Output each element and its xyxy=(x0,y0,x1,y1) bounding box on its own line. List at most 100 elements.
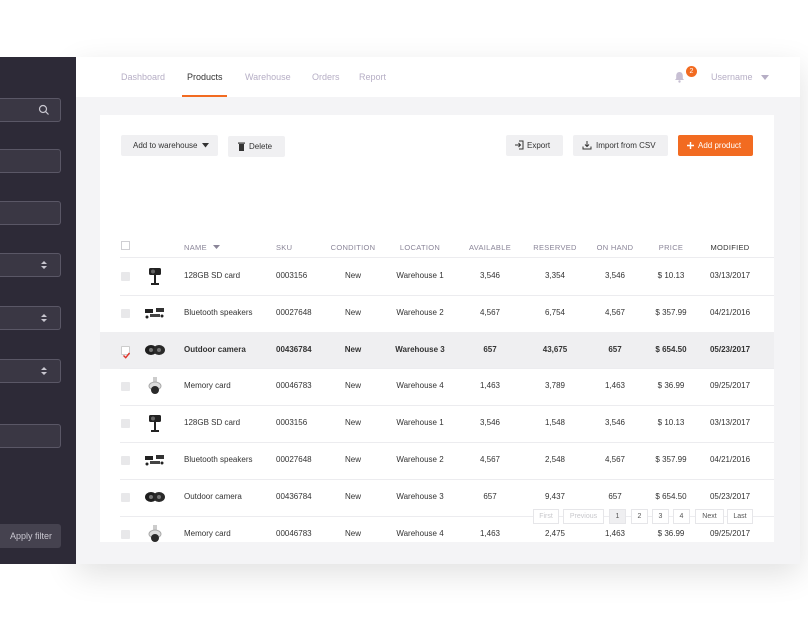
apply-filter-button[interactable]: Apply filter xyxy=(0,524,61,548)
cell-location: Warehouse 4 xyxy=(396,381,444,391)
cell-available: 4,567 xyxy=(479,455,501,464)
table-row[interactable]: 128GB SD card 0003156 New Warehouse 1 3,546 1… xyxy=(100,405,774,443)
cell-location: Warehouse 4 xyxy=(396,528,444,538)
cell-name[interactable]: 128GB SD card xyxy=(184,271,240,280)
column-header-reserved[interactable]: RESERVED xyxy=(533,243,577,252)
table-row[interactable]: 128GB SD card 0003156 New Warehouse 1 3,546 3… xyxy=(100,258,774,296)
add-to-warehouse-button[interactable]: Add to warehouse xyxy=(121,135,218,156)
cell-on-hand: 3,546 xyxy=(604,271,626,280)
pagination-page-4[interactable]: 4 xyxy=(673,509,690,524)
import-csv-button[interactable]: Import from CSV xyxy=(573,135,668,156)
cell-sku: 00436784 xyxy=(276,344,312,354)
cell-modified: 05/23/2017 xyxy=(709,491,751,501)
column-header-name[interactable]: NAME xyxy=(184,243,221,252)
delete-label: Delete xyxy=(249,142,273,151)
dome-camera-icon xyxy=(144,376,166,396)
export-label: Export xyxy=(527,141,551,150)
pagination-previous[interactable]: Previous xyxy=(563,509,604,524)
cell-price: $ 357.99 xyxy=(655,455,687,464)
table-row[interactable]: Bluetooth speakers 00027648 New Warehouse 2… xyxy=(100,295,774,333)
pagination-page-3[interactable]: 3 xyxy=(652,509,669,524)
cell-available: 657 xyxy=(483,491,497,501)
cell-sku: 0003156 xyxy=(276,271,308,280)
username-menu[interactable]: Username xyxy=(711,72,753,82)
tab-orders[interactable]: Orders xyxy=(312,72,340,82)
sidebar-search-field[interactable] xyxy=(0,98,61,122)
tab-dashboard[interactable]: Dashboard xyxy=(121,72,165,82)
sidebar-filter-field[interactable] xyxy=(0,149,61,173)
cell-price: $ 357.99 xyxy=(655,307,687,317)
row-checkbox[interactable] xyxy=(121,529,130,539)
cell-available: 1,463 xyxy=(479,528,501,538)
cell-name[interactable]: Memory card xyxy=(184,529,231,538)
bell-icon[interactable] xyxy=(674,71,685,83)
outdoor-camera-icon xyxy=(144,487,166,507)
pagination-next[interactable]: Next xyxy=(695,509,724,524)
pagination-last[interactable]: Last xyxy=(727,509,753,524)
cell-on-hand: 4,567 xyxy=(604,307,626,317)
cell-on-hand: 4,567 xyxy=(604,455,626,464)
dashcam-icon xyxy=(144,266,166,286)
select-all-checkbox[interactable] xyxy=(121,241,130,250)
caret-down-icon xyxy=(202,143,209,148)
column-header-on-hand[interactable]: ON HAND xyxy=(597,243,634,252)
sidebar-filter-select[interactable] xyxy=(0,359,61,383)
export-button[interactable]: Export xyxy=(506,135,563,156)
tab-warehouse[interactable]: Warehouse xyxy=(245,72,291,82)
add-product-button[interactable]: Add product xyxy=(678,135,753,156)
row-checkbox[interactable] xyxy=(121,308,130,318)
cell-location: Warehouse 1 xyxy=(396,271,444,280)
pagination-page-1[interactable]: 1 xyxy=(609,509,626,524)
row-checkbox[interactable] xyxy=(121,456,130,465)
top-navigation: Dashboard Products Warehouse Orders Repo… xyxy=(76,57,800,97)
cell-price: $ 654.50 xyxy=(655,344,687,354)
cell-name[interactable]: Outdoor camera xyxy=(184,492,242,501)
column-header-condition[interactable]: CONDITION xyxy=(331,243,376,252)
row-checkbox[interactable] xyxy=(121,382,130,392)
cell-name[interactable]: Memory card xyxy=(184,381,231,390)
table-row[interactable]: Bluetooth speakers 00027648 New Warehouse 2… xyxy=(100,442,774,480)
row-checkbox[interactable] xyxy=(121,492,130,502)
tab-products[interactable]: Products xyxy=(187,72,223,82)
outdoor-camera-icon xyxy=(144,340,166,360)
cell-modified: 03/13/2017 xyxy=(709,271,751,280)
cell-available: 657 xyxy=(483,344,497,354)
cell-name[interactable]: Bluetooth speakers xyxy=(184,455,253,464)
column-header-name-label: NAME xyxy=(184,243,207,252)
trash-icon xyxy=(238,142,245,151)
main-content: Dashboard Products Warehouse Orders Repo… xyxy=(76,57,800,564)
column-header-location[interactable]: LOCATION xyxy=(400,243,440,252)
row-checkbox[interactable] xyxy=(121,345,131,359)
column-header-modified[interactable]: MODIFIED xyxy=(710,243,749,252)
cell-reserved: 1,548 xyxy=(544,418,566,428)
cell-location: Warehouse 1 xyxy=(396,418,444,428)
filter-sidebar: Apply filter xyxy=(0,57,76,564)
sidebar-filter-field[interactable] xyxy=(0,424,61,448)
column-header-available[interactable]: AVAILABLE xyxy=(469,243,511,252)
row-checkbox[interactable] xyxy=(121,272,130,281)
table-row[interactable]: Outdoor camera 00436784 New Warehouse 3 657 4… xyxy=(100,331,774,370)
cell-on-hand: 1,463 xyxy=(604,381,626,391)
sidebar-filter-field[interactable] xyxy=(0,201,61,225)
column-header-price[interactable]: PRICE xyxy=(659,243,683,252)
delete-button[interactable]: Delete xyxy=(228,136,285,157)
cell-on-hand: 3,546 xyxy=(604,418,626,428)
sidebar-filter-select[interactable] xyxy=(0,306,61,330)
tab-report[interactable]: Report xyxy=(359,72,386,82)
cell-reserved: 3,789 xyxy=(544,381,566,391)
row-checkbox[interactable] xyxy=(121,419,130,429)
table-row[interactable]: Memory card 00046783 New Warehouse 4 1,463 3,… xyxy=(100,368,774,407)
pagination-page-2[interactable]: 2 xyxy=(631,509,648,524)
pagination-first[interactable]: First xyxy=(533,509,559,524)
cell-location: Warehouse 2 xyxy=(396,307,444,317)
select-arrows-icon xyxy=(41,367,47,375)
cell-name[interactable]: Outdoor camera xyxy=(184,345,246,354)
cell-name[interactable]: 128GB SD card xyxy=(184,418,240,427)
sidebar-filter-select[interactable] xyxy=(0,253,61,277)
column-header-sku[interactable]: SKU xyxy=(276,243,292,252)
cell-name[interactable]: Bluetooth speakers xyxy=(184,308,253,317)
cell-location: Warehouse 3 xyxy=(395,344,445,354)
select-arrows-icon xyxy=(41,261,47,269)
cell-sku: 0003156 xyxy=(276,418,308,428)
chevron-down-icon[interactable] xyxy=(761,75,769,80)
